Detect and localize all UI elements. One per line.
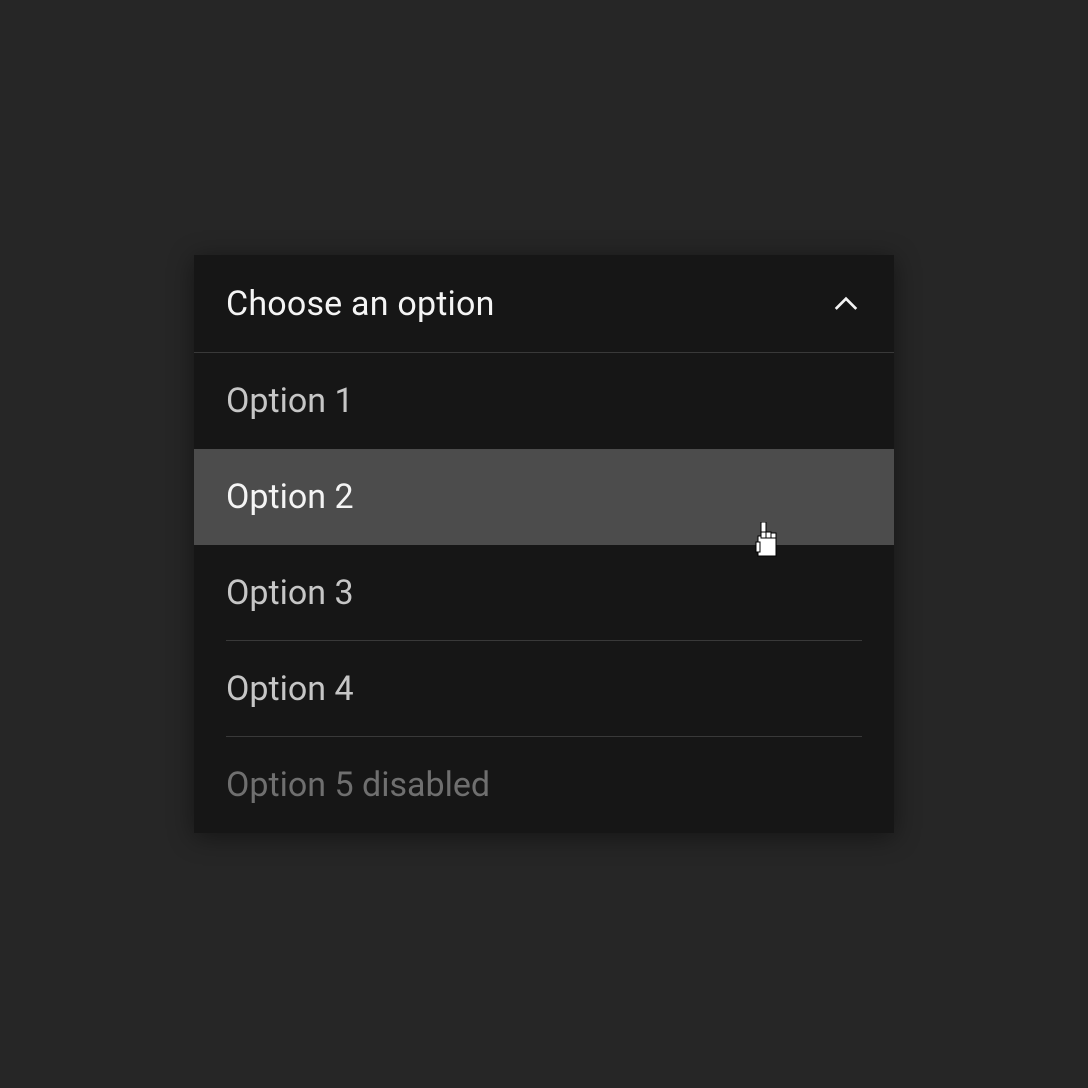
dropdown-option-3[interactable]: Option 3 [194,545,894,641]
dropdown-option-1[interactable]: Option 1 [194,353,894,449]
dropdown-option-4[interactable]: Option 4 [194,641,894,737]
dropdown-placeholder: Choose an option [226,284,495,324]
option-label: Option 1 [226,381,354,421]
option-label: Option 2 [226,477,354,517]
option-label: Option 3 [226,573,354,613]
dropdown-listbox: Option 1 Option 2 Option 3 Option 4 Opti… [194,353,894,833]
dropdown-option-2[interactable]: Option 2 [194,449,894,545]
dropdown: Choose an option Option 1 Option 2 Optio… [194,255,894,833]
dropdown-trigger[interactable]: Choose an option [194,255,894,353]
option-label: Option 5 disabled [226,765,490,805]
dropdown-option-5-disabled: Option 5 disabled [194,737,894,833]
option-label: Option 4 [226,669,354,709]
chevron-up-icon [830,288,862,320]
